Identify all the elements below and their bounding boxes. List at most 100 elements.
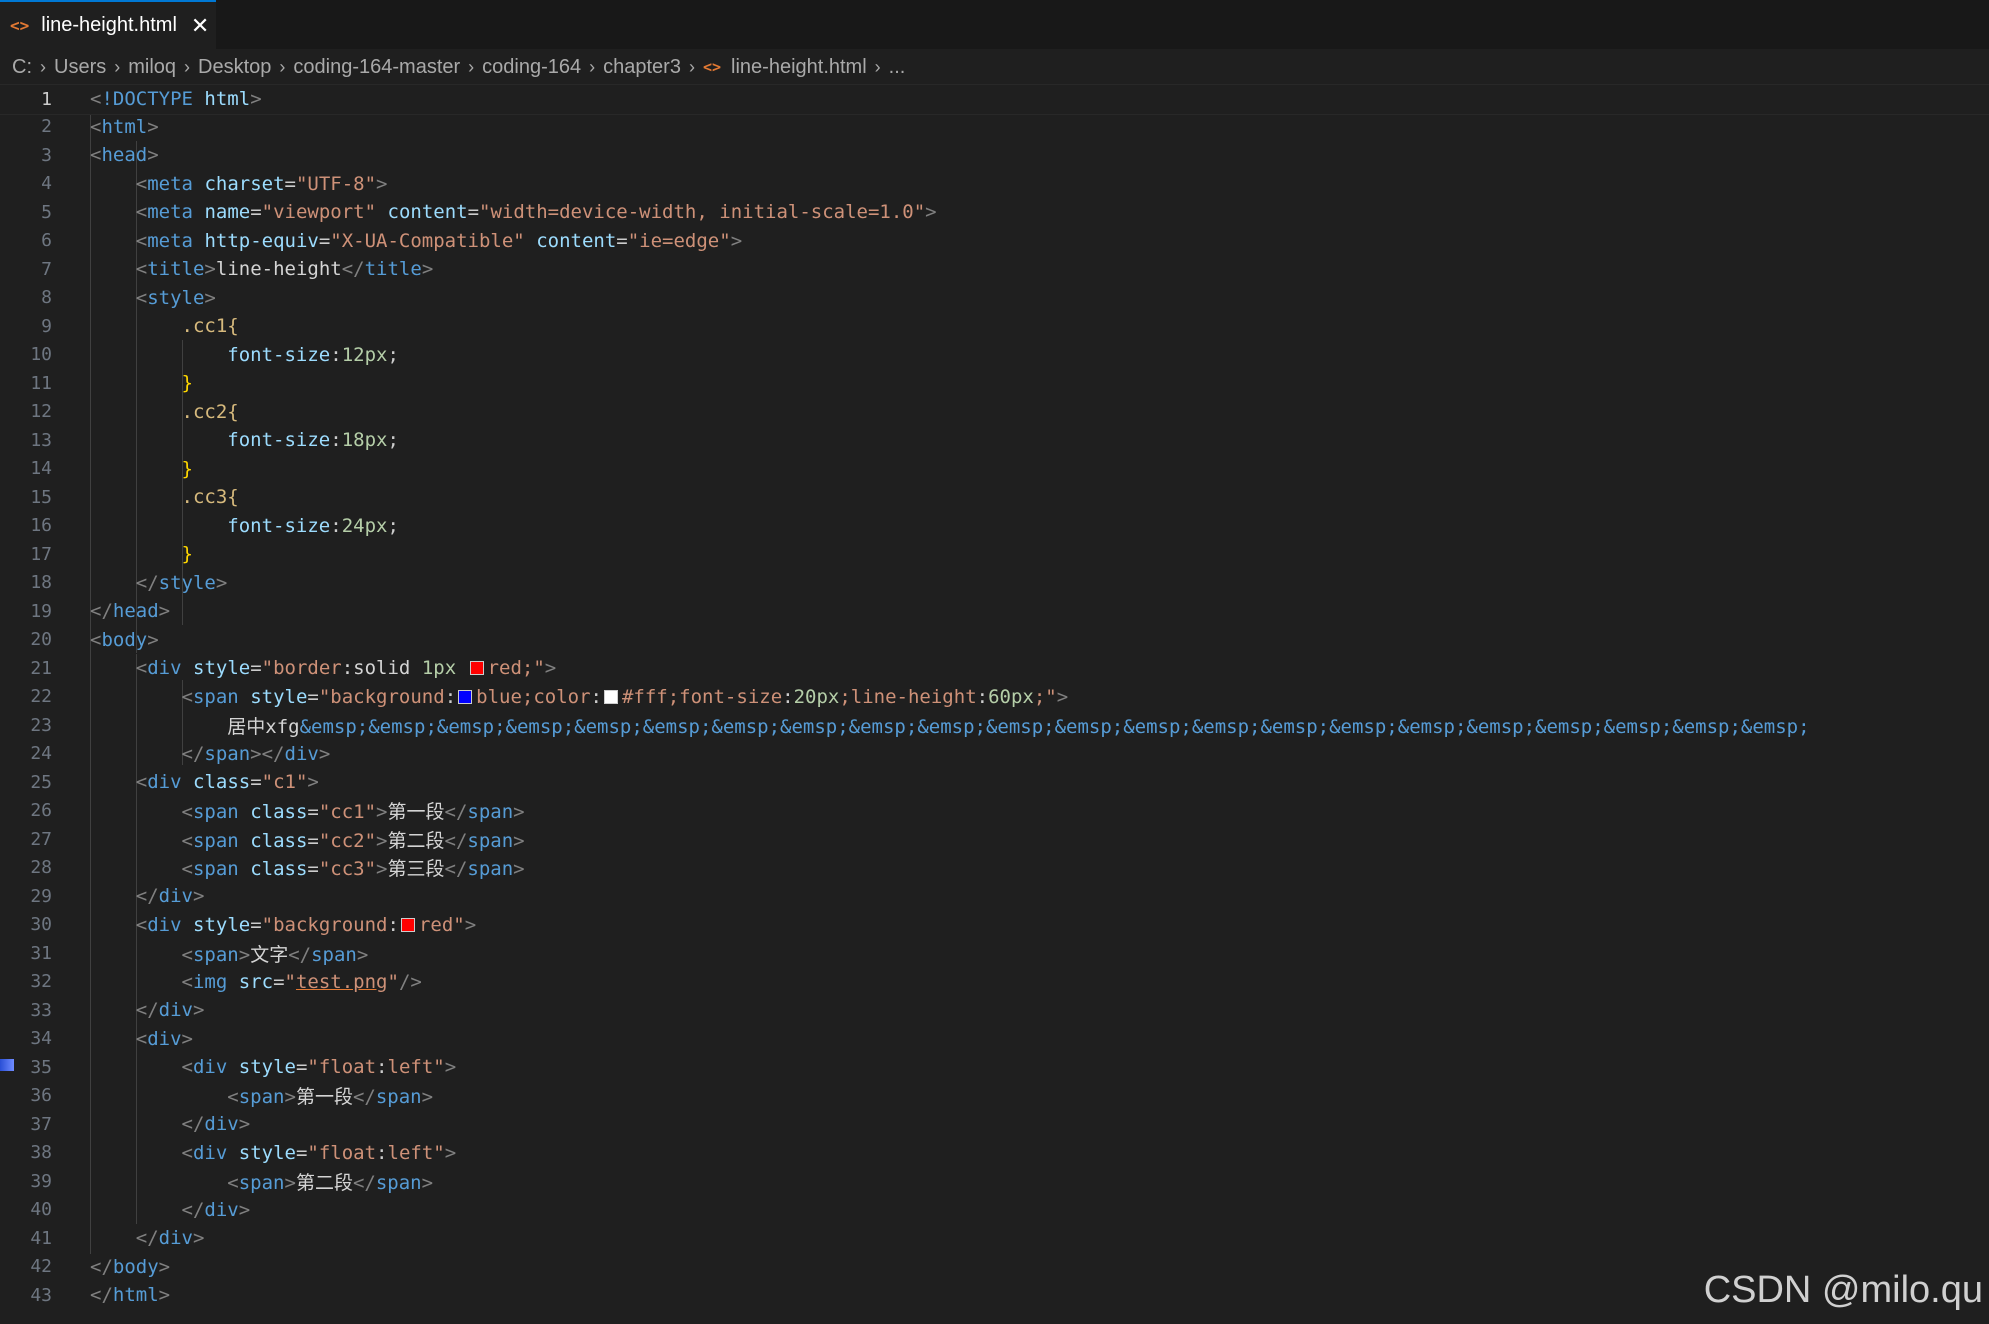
code-line[interactable]: 14 }	[0, 455, 1989, 484]
code-line[interactable]: 15 .cc3{	[0, 483, 1989, 512]
tab-label: line-height.html	[41, 14, 177, 36]
line-number: 32	[30, 971, 52, 993]
breadcrumb-item[interactable]: chapter3	[603, 56, 681, 79]
code-text: <img src="test.png"/>	[181, 970, 422, 993]
code-line[interactable]: 32 <img src="test.png"/>	[0, 968, 1989, 997]
code-text: </html>	[90, 1284, 171, 1307]
code-text: <span style="background: blue;color: #fff;…	[181, 685, 1069, 708]
breadcrumb-item[interactable]: Desktop	[198, 56, 271, 79]
chevron-right-icon: ›	[114, 56, 121, 77]
code-editor[interactable]: 1 <!DOCTYPE html> 2 <html> 3 <head> 4 <m…	[0, 84, 1989, 1324]
code-line[interactable]: 17 }	[0, 540, 1989, 569]
color-swatch-red[interactable]	[400, 917, 415, 932]
line-number: 26	[30, 800, 52, 822]
code-line[interactable]: 35 <div style="float:left">	[0, 1053, 1989, 1082]
breadcrumb-item[interactable]: line-height.html	[731, 56, 867, 79]
line-number: 35	[30, 1056, 52, 1078]
code-text: <div class="c1">	[135, 771, 319, 794]
code-text: }	[181, 457, 193, 480]
code-line[interactable]: 40 </div>	[0, 1196, 1989, 1225]
line-number: 16	[30, 515, 52, 537]
code-line[interactable]: 20 <body>	[0, 626, 1989, 655]
color-swatch-white[interactable]	[603, 689, 618, 704]
code-line[interactable]: 10 font-size:12px;	[0, 341, 1989, 370]
code-line[interactable]: 27 <span class="cc2">第二段</span>	[0, 825, 1989, 854]
code-line[interactable]: 26 <span class="cc1">第一段</span>	[0, 797, 1989, 826]
code-line[interactable]: 11 }	[0, 369, 1989, 398]
code-line[interactable]: 2 <html>	[0, 113, 1989, 142]
code-line[interactable]: 25 <div class="c1">	[0, 768, 1989, 797]
line-number: 21	[30, 657, 52, 679]
color-swatch-red[interactable]	[469, 661, 484, 676]
code-line[interactable]: 1 <!DOCTYPE html>	[0, 84, 1989, 115]
breadcrumb-item[interactable]: Users	[54, 56, 106, 79]
line-number: 14	[30, 458, 52, 480]
code-line[interactable]: 31 <span>文字</span>	[0, 939, 1989, 968]
chevron-right-icon: ›	[468, 56, 475, 77]
code-line[interactable]: 4 <meta charset="UTF-8">	[0, 170, 1989, 199]
code-text: <span>第一段</span>	[227, 1086, 434, 1109]
code-line[interactable]: 16 font-size:24px;	[0, 512, 1989, 541]
code-line[interactable]: 42 </body>	[0, 1253, 1989, 1282]
code-text: 居中xfg&emsp;&emsp;&emsp;&emsp;&emsp;&emsp…	[227, 715, 1810, 738]
code-line[interactable]: 7 <title>line-height</title>	[0, 255, 1989, 284]
code-line[interactable]: 36 <span>第一段</span>	[0, 1082, 1989, 1111]
code-text: <span>第二段</span>	[227, 1171, 434, 1194]
code-text: <div>	[135, 1027, 193, 1050]
code-line[interactable]: 41 </div>	[0, 1224, 1989, 1253]
code-text: <meta http-equiv="X-UA-Compatible" conte…	[135, 229, 743, 252]
line-number: 34	[30, 1028, 52, 1050]
code-line[interactable]: 21 <div style="border:solid 1px red;">	[0, 654, 1989, 683]
code-text: </div>	[135, 999, 205, 1022]
code-text: font-size:24px;	[227, 514, 399, 537]
chevron-right-icon: ›	[688, 56, 695, 77]
code-line[interactable]: 39 <span>第二段</span>	[0, 1167, 1989, 1196]
code-line[interactable]: 23 居中xfg&emsp;&emsp;&emsp;&emsp;&emsp;&e…	[0, 711, 1989, 740]
code-text: }	[181, 372, 193, 395]
breadcrumb-item[interactable]: ...	[889, 56, 906, 79]
code-text: <div style="float:left">	[181, 1141, 457, 1164]
code-text: <html>	[90, 115, 159, 138]
code-text: <style>	[135, 286, 216, 309]
line-number: 31	[30, 942, 52, 964]
code-text: </head>	[90, 600, 171, 623]
line-number: 3	[41, 144, 52, 166]
code-line[interactable]: 9 .cc1{	[0, 312, 1989, 341]
code-line[interactable]: 37 </div>	[0, 1110, 1989, 1139]
code-line[interactable]: 6 <meta http-equiv="X-UA-Compatible" con…	[0, 227, 1989, 256]
code-text: <title>line-height</title>	[135, 258, 434, 281]
close-icon[interactable]: ✕	[191, 13, 209, 39]
code-text: </style>	[135, 571, 228, 594]
code-text: <head>	[90, 144, 159, 167]
code-text: <span class="cc2">第二段</span>	[181, 829, 525, 852]
code-line[interactable]: 28 <span class="cc3">第三段</span>	[0, 854, 1989, 883]
color-swatch-blue[interactable]	[458, 689, 473, 704]
code-line[interactable]: 24 </span></div>	[0, 740, 1989, 769]
tab-line-height[interactable]: <> line-height.html ✕	[0, 0, 216, 49]
code-line[interactable]: 29 </div>	[0, 882, 1989, 911]
line-number: 9	[41, 315, 52, 337]
code-line[interactable]: 38 <div style="float:left">	[0, 1139, 1989, 1168]
code-text: <span class="cc3">第三段</span>	[181, 858, 525, 881]
breadcrumb-item[interactable]: coding-164	[482, 56, 581, 79]
breadcrumb-item[interactable]: miloq	[128, 56, 176, 79]
file-link[interactable]: test.png	[296, 971, 388, 993]
code-line[interactable]: 5 <meta name="viewport" content="width=d…	[0, 198, 1989, 227]
code-line[interactable]: 33 </div>	[0, 996, 1989, 1025]
code-line[interactable]: 34 <div>	[0, 1025, 1989, 1054]
breadcrumb-item[interactable]: C:	[12, 56, 32, 79]
line-number: 2	[41, 116, 52, 138]
breadcrumb-item[interactable]: coding-164-master	[293, 56, 460, 79]
code-line[interactable]: 19 </head>	[0, 597, 1989, 626]
code-line[interactable]: 13 font-size:18px;	[0, 426, 1989, 455]
code-line[interactable]: 30 <div style="background: red">	[0, 911, 1989, 940]
code-line[interactable]: 8 <style>	[0, 284, 1989, 313]
code-line[interactable]: 43 </html>	[0, 1281, 1989, 1310]
line-number: 20	[30, 629, 52, 651]
code-line[interactable]: 18 </style>	[0, 569, 1989, 598]
code-text: .cc2{	[181, 400, 239, 423]
line-number: 36	[30, 1085, 52, 1107]
code-line[interactable]: 22 <span style="background: blue;color: #f…	[0, 683, 1989, 712]
code-line[interactable]: 12 .cc2{	[0, 398, 1989, 427]
code-line[interactable]: 3 <head>	[0, 141, 1989, 170]
